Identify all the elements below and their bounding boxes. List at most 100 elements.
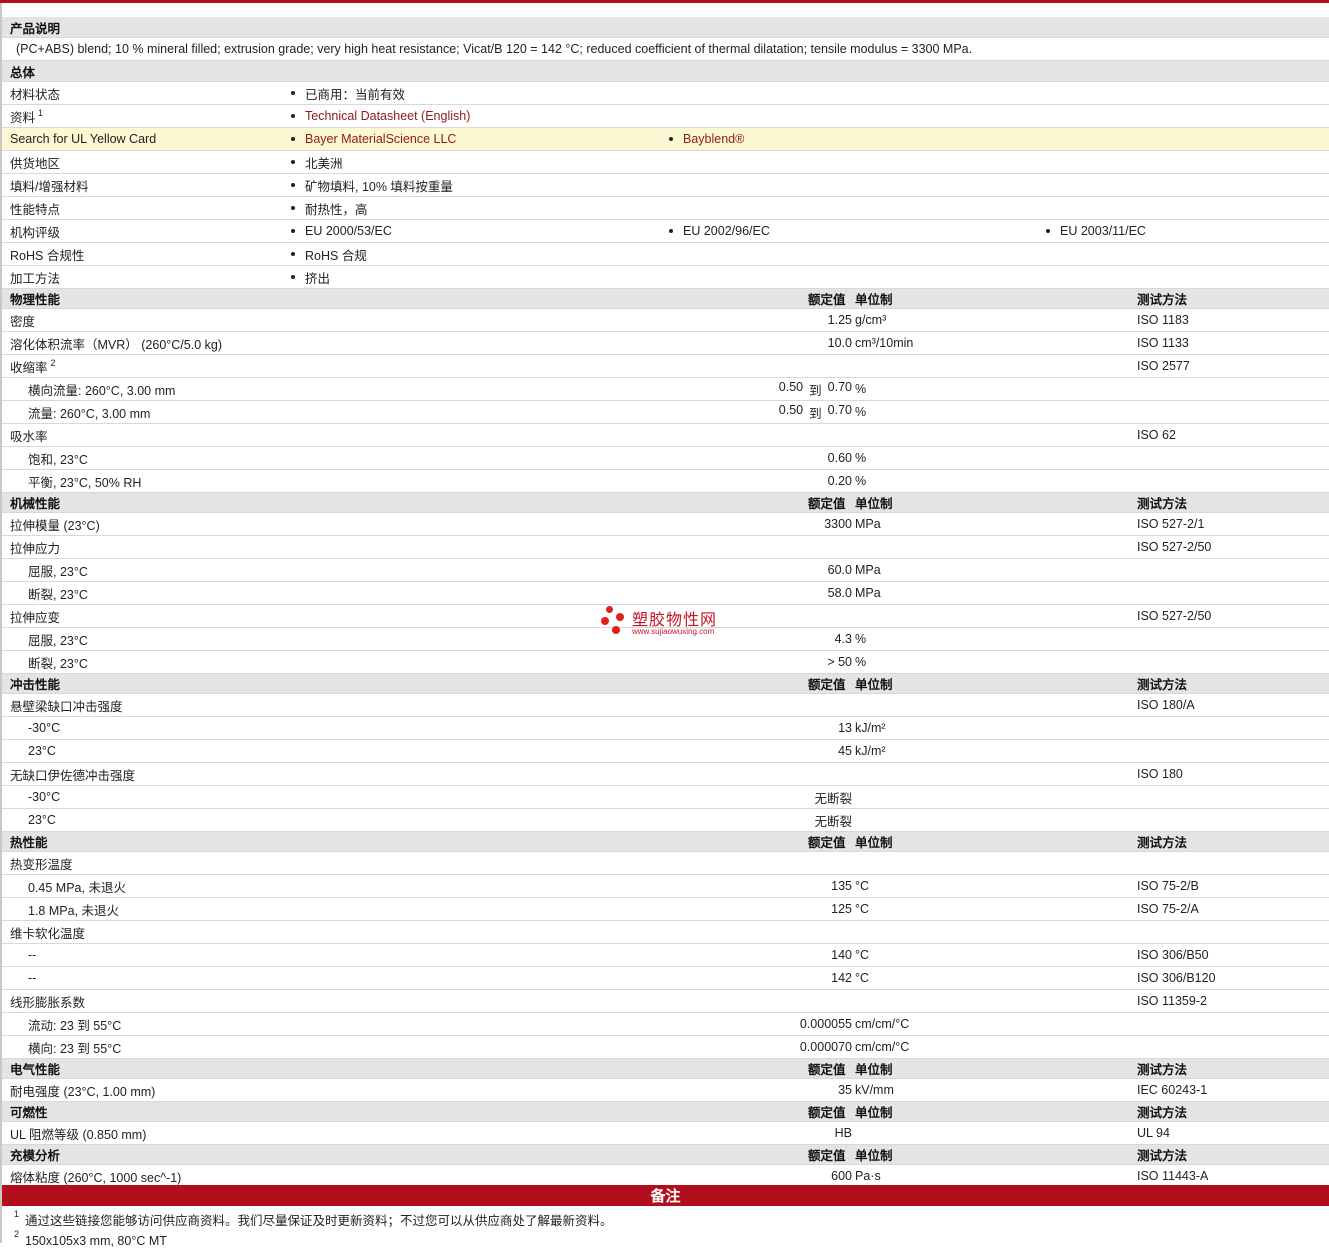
value-link[interactable]: Technical Datasheet (English)	[305, 109, 470, 123]
bullet-icon	[291, 275, 295, 279]
label-text: --	[28, 971, 37, 985]
property-label: 耐电强度 (23°C, 1.00 mm)	[10, 1079, 155, 1101]
property-row: 拉伸模量 (23°C) 3300 MPa ISO 527-2/1	[2, 513, 1329, 536]
property-label: 吸水率	[10, 424, 48, 446]
label-text: -30°C	[28, 790, 61, 804]
row-value: EU 2002/96/EC	[669, 220, 770, 242]
property-value: 3300	[824, 517, 852, 531]
property-subrow: 断裂, 23°C > 50%	[2, 651, 1329, 674]
property-value: 0.50 到 0.70	[779, 401, 852, 423]
header-unit: 单位制	[855, 1106, 893, 1120]
label-text: 1.8 MPa, 未退火	[28, 903, 119, 918]
label-text: 横向流量: 260°C, 3.00 mm	[28, 383, 176, 398]
section-title: 可燃性	[10, 1106, 48, 1120]
range-word: 到	[809, 383, 822, 398]
section-title: 冲击性能	[10, 678, 61, 692]
property-value: 0.000070	[799, 1040, 852, 1054]
property-unit: MPa	[855, 517, 881, 531]
bullet-icon	[291, 91, 295, 95]
property-unit: MPa	[855, 586, 881, 600]
row-label: 材料状态	[10, 82, 60, 104]
property-unit: g/cm³	[855, 313, 887, 327]
section-header-description: 产品说明	[2, 17, 1329, 38]
row-value[interactable]: Bayer MaterialScience LLC	[291, 128, 456, 150]
property-value: 135	[831, 879, 852, 893]
label-text: 供货地区	[10, 156, 61, 171]
label-text: 23°C	[28, 813, 56, 827]
row-value: 挤出	[291, 266, 330, 288]
row-label: 资料 1	[10, 105, 43, 127]
test-method: ISO 75-2/B	[1137, 879, 1199, 893]
value-text: 已商用：当前有效	[305, 87, 406, 102]
test-method: ISO 527-2/50	[1137, 540, 1212, 554]
property-value: 45	[838, 744, 852, 758]
property-subrow: 1.8 MPa, 未退火 125 °C ISO 75-2/A	[2, 898, 1329, 921]
bullet-icon	[669, 137, 673, 141]
property-label: 23°C	[28, 740, 56, 762]
label-text: 0.45 MPa, 未退火	[28, 880, 126, 895]
header-test-method: 测试方法	[1137, 497, 1188, 511]
property-row: 热变形温度	[2, 852, 1329, 875]
range-low: 0.50	[778, 402, 804, 417]
label-text: 流量: 260°C, 3.00 mm	[28, 406, 151, 421]
property-unit: kJ/m²	[855, 744, 886, 758]
property-row: 溶化体积流率（MVR） (260°C/5.0 kg) 10.0 cm³/10min I…	[2, 332, 1329, 355]
logo-dot	[606, 606, 613, 613]
property-unit: °C	[855, 971, 870, 985]
property-row: 维卡软化温度	[2, 921, 1329, 944]
property-value: 140	[831, 948, 852, 962]
label-text: 资料	[10, 110, 36, 125]
property-row: 密度 1.25 g/cm³ ISO 1183	[2, 309, 1329, 332]
test-method: ISO 306/B50	[1137, 948, 1209, 962]
footnote-2: 2 150x105x3 mm, 80°C MT	[14, 1229, 167, 1248]
value-link[interactable]: Bayer MaterialScience LLC	[305, 132, 456, 146]
header-test-method: 测试方法	[1137, 293, 1188, 307]
row-label: 性能特点	[10, 197, 60, 219]
row-value: 已商用：当前有效	[291, 82, 405, 104]
label-text: 流动: 23 到 55°C	[28, 1018, 122, 1033]
range-low: 0.50	[778, 379, 804, 394]
property-unit: °C	[855, 879, 870, 893]
property-value: 600	[831, 1169, 852, 1183]
property-value: 0.60	[827, 451, 852, 465]
property-label: 流量: 260°C, 3.00 mm	[28, 401, 150, 423]
property-label: 拉伸应力	[10, 536, 60, 558]
section-title: 产品说明	[10, 21, 61, 36]
header-value: 额定值	[808, 1106, 846, 1120]
test-method: ISO 180	[1137, 767, 1183, 781]
row-label: 加工方法	[10, 266, 60, 288]
header-unit: 单位制	[855, 497, 893, 511]
row-label: 填料/增强材料	[10, 174, 88, 196]
property-subrow: 0.45 MPa, 未退火 135 °C ISO 75-2/B	[2, 875, 1329, 898]
description-text: (PC+ABS) blend; 10 % mineral filled; ext…	[16, 42, 973, 56]
value-link[interactable]: Bayblend®	[683, 132, 744, 146]
footnote-1: 1 通过这些链接您能够访问供应商资料。我们尽量保证及时更新资料；不过您可以从供应商…	[14, 1209, 613, 1229]
general-row: 加工方法 挤出	[2, 266, 1329, 289]
test-method: ISO 1183	[1137, 313, 1189, 327]
row-value: EU 2003/11/EC	[1046, 220, 1146, 242]
value-text: 北美洲	[305, 156, 343, 171]
property-label: 收缩率 2	[10, 355, 56, 377]
general-row: 供货地区 北美洲	[2, 151, 1329, 174]
label-text: 横向: 23 到 55°C	[28, 1041, 122, 1056]
general-row: 机构评级 EU 2000/53/EC EU 2002/96/EC EU 2003/11…	[2, 220, 1329, 243]
header-test-method: 测试方法	[1137, 836, 1188, 850]
property-value: 58.0	[827, 586, 852, 600]
property-value: 0.000055	[799, 1017, 852, 1031]
property-row: 耐电强度 (23°C, 1.00 mm) 35 kV/mm IEC 60243-1	[2, 1079, 1329, 1102]
general-rows: 材料状态 已商用：当前有效资料 1 Technical Datasheet (Engl…	[2, 82, 1329, 289]
row-value[interactable]: Bayblend®	[669, 128, 744, 150]
label-text: 维卡软化温度	[10, 926, 86, 941]
property-label: 无缺口伊佐德冲击强度	[10, 763, 135, 785]
row-value: EU 2000/53/EC	[291, 220, 392, 242]
header-value: 额定值	[808, 497, 846, 511]
label-text: 吸水率	[10, 429, 48, 444]
row-value[interactable]: Technical Datasheet (English)	[291, 105, 470, 127]
property-subrow: 断裂, 23°C 58.0 MPa	[2, 582, 1329, 605]
property-row: 无缺口伊佐德冲击强度 ISO 180	[2, 763, 1329, 786]
property-value: > 50	[827, 655, 852, 669]
test-method: ISO 527-2/50	[1137, 609, 1212, 623]
property-label: -30°C	[28, 717, 60, 739]
label-text: RoHS 合规性	[10, 248, 85, 263]
label-text: -30°C	[28, 721, 61, 735]
